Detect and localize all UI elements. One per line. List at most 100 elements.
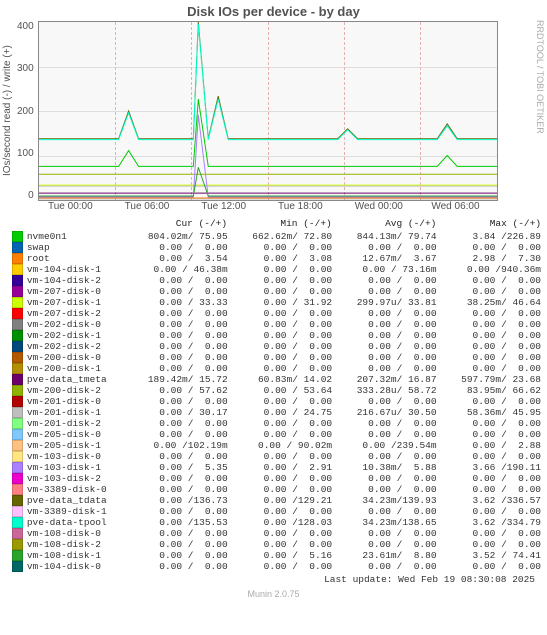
rrdtool-label: RRDTOOL / TOBI OETIKER: [535, 20, 545, 134]
legend-min: 0.00 / 0.00: [234, 275, 338, 286]
legend-row: vm-202-disk-0 0.00 / 0.00 0.00 / 0.00 0.…: [12, 319, 547, 330]
legend-row: vm-202-disk-2 0.00 / 0.00 0.00 / 0.00 0.…: [12, 341, 547, 352]
xtick: Tue 06:00: [125, 201, 202, 212]
legend-cur: 0.00 / 0.00: [129, 550, 233, 561]
legend-cur: 0.00 / 57.62: [129, 385, 233, 396]
xtick: Wed 06:00: [431, 201, 508, 212]
legend-swatch: [12, 319, 23, 330]
legend-min: 0.00 / 0.00: [234, 506, 338, 517]
legend-avg: 10.38m/ 5.88: [338, 462, 442, 473]
legend-row: vm-200-disk-2 0.00 / 57.62 0.00 / 53.643…: [12, 385, 547, 396]
legend-min: 0.00 / 0.00: [234, 451, 338, 462]
legend-name: vm-205-disk-0: [27, 429, 129, 440]
legend-cur: 0.00 / 0.00: [129, 561, 233, 572]
legend-min: 0.00 / 3.08: [234, 253, 338, 264]
legend-min: 0.00 / 31.92: [234, 297, 338, 308]
legend-avg: 216.67u/ 30.50: [338, 407, 442, 418]
legend-min: 0.00 / 0.00: [234, 429, 338, 440]
legend-cur: 0.00 / 0.00: [129, 451, 233, 462]
col-min: Min (-/+): [233, 218, 338, 229]
legend-name: vm-201-disk-2: [27, 418, 129, 429]
legend-row: vm-103-disk-1 0.00 / 5.35 0.00 / 2.91 10…: [12, 462, 547, 473]
y-axis: 400 300 200 100 0: [15, 21, 38, 201]
legend-min: 0.00 / 0.00: [234, 341, 338, 352]
legend-swatch: [12, 363, 23, 374]
legend-name: root: [27, 253, 129, 264]
legend-name: swap: [27, 242, 129, 253]
legend-min: 0.00 / 0.00: [234, 528, 338, 539]
legend-name: vm-207-disk-1: [27, 297, 129, 308]
xtick: Tue 00:00: [48, 201, 125, 212]
legend-swatch: [12, 561, 23, 572]
col-max: Max (-/+): [442, 218, 547, 229]
legend-max: 3.84 /226.89: [443, 231, 547, 242]
legend-row: swap 0.00 / 0.00 0.00 / 0.00 0.00 / 0.00…: [12, 242, 547, 253]
legend-min: 0.00 / 0.00: [234, 242, 338, 253]
legend-swatch: [12, 242, 23, 253]
legend-row: vm-104-disk-2 0.00 / 0.00 0.00 / 0.00 0.…: [12, 275, 547, 286]
legend-row: pve-data_tdata 0.00 /136.73 0.00 /129.21…: [12, 495, 547, 506]
ytick: 100: [17, 148, 34, 159]
chart-container: Disk IOs per device - by day RRDTOOL / T…: [0, 0, 547, 601]
legend-max: 3.62 /334.79: [443, 517, 547, 528]
legend-min: 0.00 / 0.00: [234, 319, 338, 330]
legend-name: vm-200-disk-1: [27, 363, 129, 374]
legend-cur: 0.00 / 0.00: [129, 330, 233, 341]
legend-min: 60.83m/ 14.02: [234, 374, 338, 385]
legend-swatch: [12, 330, 23, 341]
legend-swatch: [12, 528, 23, 539]
legend-swatch: [12, 418, 23, 429]
legend-cur: 0.00 / 0.00: [129, 396, 233, 407]
legend-row: root 0.00 / 3.54 0.00 / 3.08 12.67m/ 3.6…: [12, 253, 547, 264]
legend-row: vm-201-disk-0 0.00 / 0.00 0.00 / 0.00 0.…: [12, 396, 547, 407]
legend-name: vm-108-disk-2: [27, 539, 129, 550]
legend-swatch: [12, 286, 23, 297]
xtick: Wed 00:00: [355, 201, 432, 212]
legend-avg: 12.67m/ 3.67: [338, 253, 442, 264]
legend-cur: 0.00 / 0.00: [129, 539, 233, 550]
legend-name: vm-201-disk-0: [27, 396, 129, 407]
legend-cur: 0.00 / 0.00: [129, 308, 233, 319]
legend-name: vm-103-disk-0: [27, 451, 129, 462]
legend-min: 0.00 / 0.00: [234, 363, 338, 374]
legend-avg: 34.23m/139.93: [338, 495, 442, 506]
chart-area: IOs/second read (-) / write (+) 400 300 …: [0, 21, 547, 201]
legend-name: pve-data-tpool: [27, 517, 129, 528]
legend-row: vm-202-disk-1 0.00 / 0.00 0.00 / 0.00 0.…: [12, 330, 547, 341]
legend-swatch: [12, 495, 23, 506]
legend-max: 0.00 / 0.00: [443, 275, 547, 286]
legend-row: vm-3389-disk-0 0.00 / 0.00 0.00 / 0.00 0…: [12, 484, 547, 495]
legend-cur: 0.00 / 0.00: [129, 275, 233, 286]
legend-avg: 0.00 / 0.00: [338, 319, 442, 330]
legend-swatch: [12, 440, 23, 451]
legend-row: pve-data-tpool 0.00 /135.53 0.00 /128.03…: [12, 517, 547, 528]
legend-avg: 0.00 /239.54m: [338, 440, 442, 451]
legend-cur: 0.00 / 0.00: [129, 528, 233, 539]
legend-min: 0.00 / 0.00: [234, 539, 338, 550]
legend-cur: 0.00 / 0.00: [129, 242, 233, 253]
legend-min: 0.00 / 0.00: [234, 286, 338, 297]
legend-avg: 0.00 / 0.00: [338, 286, 442, 297]
legend-max: 58.36m/ 45.95: [443, 407, 547, 418]
legend-name: vm-202-disk-2: [27, 341, 129, 352]
legend-name: vm-103-disk-1: [27, 462, 129, 473]
xtick: Tue 18:00: [278, 201, 355, 212]
legend-min: 0.00 / 0.00: [234, 561, 338, 572]
legend-max: 0.00 / 0.00: [443, 308, 547, 319]
legend-avg: 0.00 / 0.00: [338, 528, 442, 539]
plot-area: [38, 21, 498, 201]
legend-cur: 0.00 / 0.00: [129, 286, 233, 297]
legend-min: 0.00 / 24.75: [234, 407, 338, 418]
legend-row: vm-108-disk-0 0.00 / 0.00 0.00 / 0.00 0.…: [12, 528, 547, 539]
ytick: 0: [28, 190, 34, 201]
legend-max: 3.66 /190.11: [443, 462, 547, 473]
legend-row: nvme0n1804.02m/ 75.95662.62m/ 72.80844.1…: [12, 231, 547, 242]
legend-name: vm-104-disk-0: [27, 561, 129, 572]
legend-avg: 0.00 / 0.00: [338, 561, 442, 572]
legend-row: vm-207-disk-2 0.00 / 0.00 0.00 / 0.00 0.…: [12, 308, 547, 319]
legend-min: 0.00 / 2.91: [234, 462, 338, 473]
legend-swatch: [12, 231, 23, 242]
munin-version: Munin 2.0.75: [0, 587, 547, 601]
legend-cur: 0.00 / 0.00: [129, 473, 233, 484]
legend-cur: 0.00 / 30.17: [129, 407, 233, 418]
